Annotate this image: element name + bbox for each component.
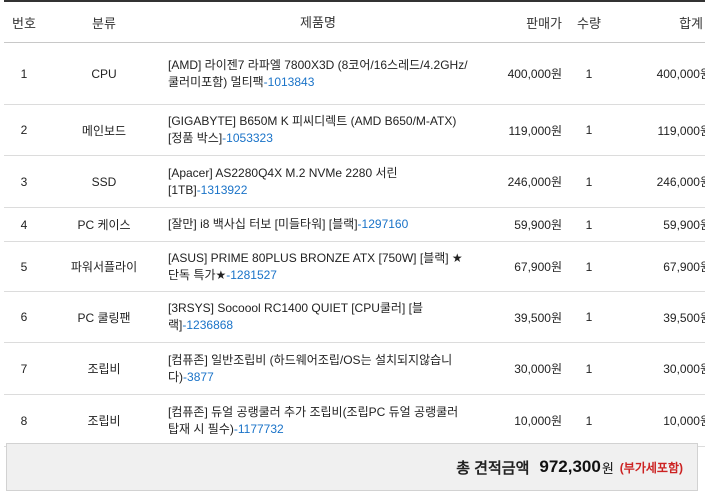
row-qty: 1 — [564, 342, 614, 395]
header-product: 제품명 — [164, 1, 472, 43]
row-price: 30,000원 — [472, 342, 564, 395]
row-category: PC 케이스 — [44, 207, 164, 242]
table-header-row: 번호 분류 제품명 판매가 수량 합계 — [4, 1, 705, 43]
row-price: 400,000원 — [472, 42, 564, 105]
row-qty: 1 — [564, 241, 614, 292]
table-row: 1 CPU [AMD] 라이젠7 라파엘 7800X3D (8코어/16스레드/… — [4, 42, 705, 105]
row-price: 119,000원 — [472, 104, 564, 156]
product-code-link[interactable]: -1177732 — [234, 422, 284, 436]
table-row: 7 조립비 [컴퓨존] 일반조립비 (하드웨어조립/OS는 설치되지않습니다)-… — [4, 342, 705, 395]
quote-panel: 번호 분류 제품명 판매가 수량 합계 1 CPU [AMD] 라이젠7 라파엘… — [0, 0, 705, 498]
product-name: [GIGABYTE] B650M K 피씨디렉트 (AMD B650/M-ATX… — [168, 114, 457, 145]
row-no: 3 — [4, 155, 44, 208]
row-sum: 10,000원 — [614, 394, 705, 447]
row-product: [ASUS] PRIME 80PLUS BRONZE ATX [750W] [블… — [164, 241, 472, 292]
row-no: 4 — [4, 207, 44, 242]
row-no: 6 — [4, 291, 44, 343]
row-sum: 59,900원 — [614, 207, 705, 242]
product-code-link[interactable]: -1013843 — [264, 75, 315, 89]
product-code-link[interactable]: -1281527 — [226, 268, 277, 282]
product-code-link[interactable]: -1053323 — [222, 131, 273, 145]
row-category: SSD — [44, 155, 164, 208]
header-qty: 수량 — [564, 1, 614, 43]
header-price: 판매가 — [472, 1, 564, 43]
row-category: 조립비 — [44, 394, 164, 447]
row-sum: 400,000원 — [614, 42, 705, 105]
row-sum: 246,000원 — [614, 155, 705, 208]
row-category: CPU — [44, 42, 164, 105]
row-no: 5 — [4, 241, 44, 292]
table-row: 2 메인보드 [GIGABYTE] B650M K 피씨디렉트 (AMD B65… — [4, 104, 705, 156]
row-product: [잘만] i8 백사십 터보 [미들타워] [블랙]-1297160 — [164, 207, 472, 242]
row-sum: 119,000원 — [614, 104, 705, 156]
total-amount: 972,300 — [539, 457, 601, 476]
total-summary: 총 견적금액 972,300 원 (부가세포함) — [6, 443, 698, 491]
row-qty: 1 — [564, 291, 614, 343]
row-product: [컴퓨존] 일반조립비 (하드웨어조립/OS는 설치되지않습니다)-3877 — [164, 342, 472, 395]
table-row: 3 SSD [Apacer] AS2280Q4X M.2 NVMe 2280 서… — [4, 155, 705, 208]
product-name: [AMD] 라이젠7 라파엘 7800X3D (8코어/16스레드/4.2GHz… — [168, 57, 468, 89]
header-sum: 합계 — [614, 1, 705, 43]
row-sum: 30,000원 — [614, 342, 705, 395]
row-sum: 39,500원 — [614, 291, 705, 343]
total-label: 총 견적금액 — [456, 459, 530, 477]
table-row: 5 파워서플라이 [ASUS] PRIME 80PLUS BRONZE ATX … — [4, 241, 705, 292]
product-name: [잘만] i8 백사십 터보 [미들타워] [블랙] — [168, 217, 358, 231]
row-product: [3RSYS] Socoool RC1400 QUIET [CPU쿨러] [블랙… — [164, 291, 472, 343]
product-code-link[interactable]: -3877 — [183, 370, 214, 384]
table-row: 4 PC 케이스 [잘만] i8 백사십 터보 [미들타워] [블랙]-1297… — [4, 207, 705, 242]
row-category: PC 쿨링팬 — [44, 291, 164, 343]
product-name: [컴퓨존] 듀얼 공랭쿨러 추가 조립비(조립PC 듀얼 공랭쿨러 탑재 시 필… — [168, 404, 459, 436]
table-row: 8 조립비 [컴퓨존] 듀얼 공랭쿨러 추가 조립비(조립PC 듀얼 공랭쿨러 … — [4, 394, 705, 447]
row-category: 조립비 — [44, 342, 164, 395]
product-code-link[interactable]: -1236868 — [182, 318, 233, 332]
row-sum: 67,900원 — [614, 241, 705, 292]
row-price: 10,000원 — [472, 394, 564, 447]
row-no: 7 — [4, 342, 44, 395]
product-name: [ASUS] PRIME 80PLUS BRONZE ATX [750W] [블… — [168, 250, 463, 282]
row-qty: 1 — [564, 207, 614, 242]
row-product: [AMD] 라이젠7 라파엘 7800X3D (8코어/16스레드/4.2GHz… — [164, 42, 472, 105]
header-no: 번호 — [4, 1, 44, 43]
row-qty: 1 — [564, 104, 614, 156]
row-price: 39,500원 — [472, 291, 564, 343]
row-price: 59,900원 — [472, 207, 564, 242]
vat-included-note: (부가세포함) — [619, 460, 683, 475]
row-product: [GIGABYTE] B650M K 피씨디렉트 (AMD B650/M-ATX… — [164, 104, 472, 156]
table-row: 6 PC 쿨링팬 [3RSYS] Socoool RC1400 QUIET [C… — [4, 291, 705, 343]
row-qty: 1 — [564, 42, 614, 105]
row-no: 2 — [4, 104, 44, 156]
row-category: 파워서플라이 — [44, 241, 164, 292]
row-product: [Apacer] AS2280Q4X M.2 NVMe 2280 서린 [1TB… — [164, 155, 472, 208]
total-currency: 원 — [601, 460, 614, 476]
row-no: 1 — [4, 42, 44, 105]
row-product: [컴퓨존] 듀얼 공랭쿨러 추가 조립비(조립PC 듀얼 공랭쿨러 탑재 시 필… — [164, 394, 472, 447]
row-category: 메인보드 — [44, 104, 164, 156]
product-code-link[interactable]: -1297160 — [358, 217, 409, 231]
product-code-link[interactable]: -1313922 — [197, 183, 248, 197]
row-price: 246,000원 — [472, 155, 564, 208]
header-category: 분류 — [44, 1, 164, 43]
quote-table: 번호 분류 제품명 판매가 수량 합계 1 CPU [AMD] 라이젠7 라파엘… — [4, 0, 705, 447]
row-no: 8 — [4, 394, 44, 447]
row-qty: 1 — [564, 394, 614, 447]
row-price: 67,900원 — [472, 241, 564, 292]
row-qty: 1 — [564, 155, 614, 208]
